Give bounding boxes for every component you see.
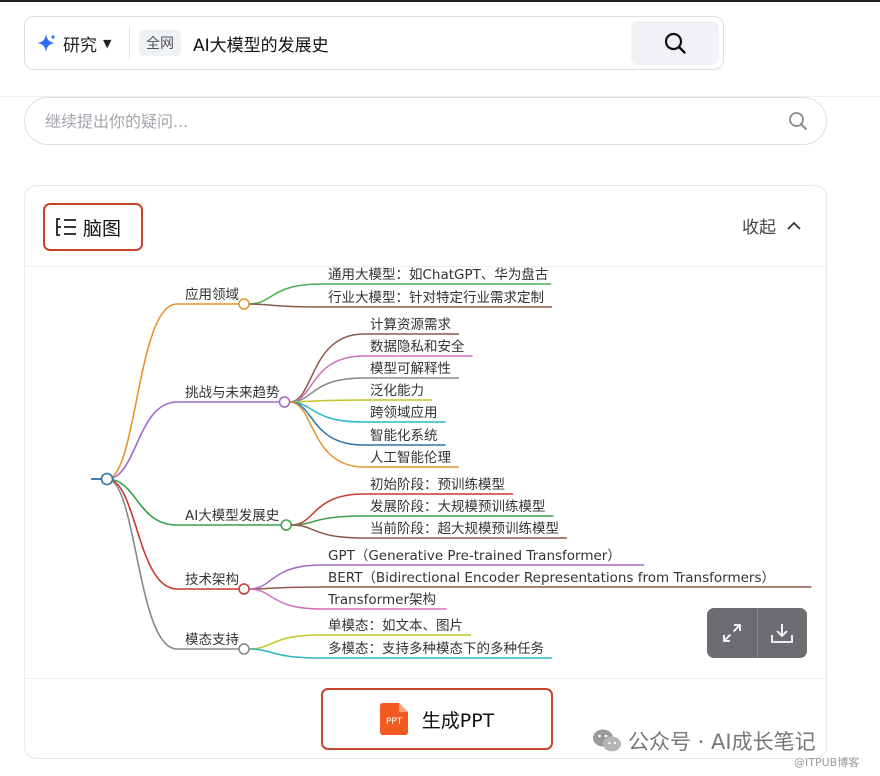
search-query[interactable]: AI大模型的发展史 <box>193 31 631 56</box>
sparkle-icon <box>37 34 56 52</box>
mindmap-branch-label[interactable]: 模态支持 <box>185 632 239 648</box>
top-edge-line <box>0 0 880 2</box>
expand-icon <box>722 624 741 642</box>
mindmap-leaf-label[interactable]: 人工智能伦理 <box>370 450 451 466</box>
mindmap-toolbar <box>707 608 807 658</box>
followup-input[interactable] <box>45 111 788 131</box>
watermark: 公众号 · AI成长笔记 <box>592 726 816 756</box>
card-footer-divider <box>25 678 826 679</box>
mindmap-branch-label[interactable]: AI大模型发展史 <box>185 508 280 524</box>
mindmap-leaf-label[interactable]: 初始阶段：预训练模型 <box>370 476 505 493</box>
generate-ppt-label: 生成PPT <box>421 709 495 732</box>
mindmap-branch-node[interactable] <box>280 519 292 531</box>
wechat-icon <box>593 729 621 752</box>
mindmap-leaf-label[interactable]: 通用大模型：如ChatGPT、华为盘古 <box>328 266 548 283</box>
mindmap-branch-label[interactable]: 技术架构 <box>185 572 239 588</box>
mindmap-branch-node[interactable] <box>238 643 250 655</box>
mindmap-diagram: 应用领域 通用大模型：如ChatGPT、华为盘古行业大模型：针对特定行业需求定制挑… <box>91 266 812 659</box>
search-icon[interactable] <box>788 111 808 131</box>
mindmap-leaf-label[interactable]: 数据隐私和安全 <box>370 338 465 355</box>
mindmap-branch-node[interactable] <box>238 583 250 595</box>
mindmap-leaf-label[interactable]: 发展阶段：大规模预训练模型 <box>370 499 546 515</box>
followup-bar <box>24 97 827 145</box>
ppt-file-icon: PPT <box>379 703 408 735</box>
scope-tag[interactable]: 全网 <box>139 30 181 56</box>
mode-label: 研究 <box>63 35 97 56</box>
generate-ppt-button[interactable]: PPT 生成PPT <box>321 688 553 750</box>
mindmap-leaf-label[interactable]: GPT（Generative Pre-trained Transformer） <box>328 548 621 564</box>
search-bar: 研究 ▼ 全网 AI大模型的发展史 <box>24 16 724 70</box>
mindmap-leaf-label[interactable]: 单模态：如文本、图片 <box>328 618 463 634</box>
mindmap-root-node[interactable] <box>100 472 114 486</box>
mindmap-branch-label[interactable]: 挑战与未来趋势 <box>185 385 280 401</box>
mindmap-leaf-line <box>248 586 812 590</box>
mindmap-branch-node[interactable] <box>238 298 250 310</box>
mindmap-leaf-label[interactable]: 智能化系统 <box>370 428 438 444</box>
caret-down-icon: ▼ <box>103 36 112 50</box>
mindmap-card: 脑图 收起 应用领域 通用大模型：如ChatGPT、华为盘古 行业大模型：针对特定行… <box>24 185 827 759</box>
download-button[interactable] <box>757 608 807 658</box>
mindmap-leaf-label[interactable]: 行业大模型：针对特定行业需求定制 <box>328 290 544 306</box>
search-icon <box>664 32 686 54</box>
download-icon <box>771 624 794 643</box>
mindmap-leaf-label[interactable]: Transformer架构 <box>327 592 436 608</box>
mindmap-leaf-label[interactable]: 当前阶段：超大规模预训练模型 <box>370 520 559 537</box>
mindmap-leaf-label[interactable]: 多模态：支持多种模态下的多种任务 <box>328 640 544 657</box>
mindmap-leaf-label[interactable]: 泛化能力 <box>370 383 424 399</box>
search-button[interactable] <box>631 21 719 65</box>
expand-button[interactable] <box>707 608 757 658</box>
mindmap-leaf-label[interactable]: 跨领域应用 <box>370 404 438 421</box>
mindmap-leaf-label[interactable]: 模型可解释性 <box>370 361 451 377</box>
mode-selector[interactable]: 研究 ▼ <box>25 17 129 69</box>
ppt-icon-text: PPT <box>386 717 403 727</box>
watermark-text: 公众号 · AI成长笔记 <box>628 730 816 754</box>
mindmap-leaf-label[interactable]: 计算资源需求 <box>370 317 451 333</box>
mindmap-leaf-label[interactable]: BERT（Bidirectional Encoder Representatio… <box>328 570 775 586</box>
divider <box>129 26 130 60</box>
mindmap-branch-node[interactable] <box>278 396 291 408</box>
mindmap-branch-line <box>106 478 239 650</box>
mindmap-branch-line <box>106 401 280 480</box>
mindmap-leaf-line <box>289 399 432 403</box>
watermark-sub: @ITPUB博客 <box>794 756 860 769</box>
mindmap-branch-label[interactable]: 应用领域 <box>185 286 239 303</box>
